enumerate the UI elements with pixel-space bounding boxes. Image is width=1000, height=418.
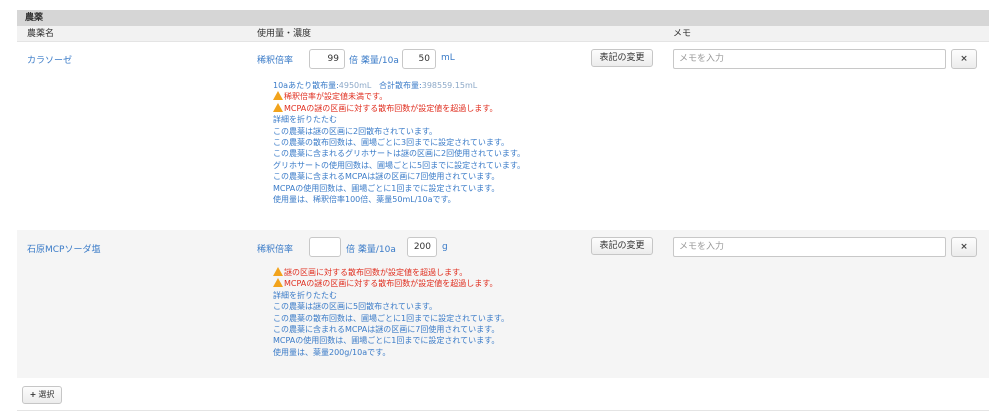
detail-line: この農薬に含まれるMCPAは謎の区画に7回使用されています。 xyxy=(273,324,500,334)
add-select-button[interactable]: + 選択 xyxy=(22,386,62,404)
per10a-label: 10aあたり散布量: xyxy=(273,81,339,90)
pesticide-row: カラソーゼ 稀釈倍率 99 倍 薬量/10a 50 mL 表記の変更 メモを入力… xyxy=(17,42,989,230)
warning-text: 謎の区画に対する散布回数が設定値を超過します。 xyxy=(284,268,468,277)
pesticide-name-link[interactable]: カラソーゼ xyxy=(27,53,72,66)
detail-line: この農薬に含まれるグリホサートは謎の区画に2回使用されています。 xyxy=(273,149,526,159)
plus-icon: + xyxy=(29,390,37,399)
collapse-details-link[interactable]: 詳細を折りたたむ xyxy=(273,290,833,301)
warning-message: MCPAの謎の区画に対する散布回数が設定値を超過します。 xyxy=(273,278,833,289)
total-value: 398559.15mL xyxy=(421,81,478,90)
detail-line: この農薬は謎の区画に2回散布されています。 xyxy=(273,126,438,136)
amount-input[interactable]: 50 xyxy=(402,49,436,69)
warning-text: 稀釈倍率が設定値未満です。 xyxy=(284,92,388,102)
warning-icon xyxy=(273,91,283,101)
column-name-header: 農薬名 xyxy=(27,29,55,39)
dilution-input[interactable]: 99 xyxy=(309,49,345,69)
collapse-details-link[interactable]: 詳細を折りたたむ xyxy=(273,114,833,125)
amount-input[interactable]: 200 xyxy=(407,237,437,257)
add-select-label: 選択 xyxy=(38,390,55,399)
detail-line: MCPAの使用回数は、圃場ごとに1回までに設定されています。 xyxy=(273,336,500,346)
pesticide-panel: 農薬 農薬名 使用量・濃度 メモ カラソーゼ 稀釈倍率 99 倍 薬量/10a … xyxy=(0,0,1000,418)
warning-message: 稀釈倍率が設定値未満です。 xyxy=(273,91,833,102)
dilution-input[interactable] xyxy=(309,237,341,257)
detail-line: グリホサートの使用回数は、圃場ごとに5回までに設定されています。 xyxy=(273,160,526,170)
memo-input[interactable]: メモを入力 xyxy=(673,49,946,69)
detail-line: この農薬の散布回数は、圃場ごとに1回までに設定されています。 xyxy=(273,313,510,323)
detail-line: この農薬に含まれるMCPAは謎の区画に7回使用されています。 xyxy=(273,172,500,182)
change-notation-button[interactable]: 表記の変更 xyxy=(591,49,653,67)
remove-button[interactable]: × xyxy=(951,237,977,257)
section-title: 農薬 xyxy=(17,10,989,26)
detail-line: MCPAの使用回数は、圃場ごとに1回までに設定されています。 xyxy=(273,183,500,193)
warning-text: MCPAの謎の区画に対する散布回数が設定値を超過します。 xyxy=(284,279,498,289)
amount-unit-label: g xyxy=(442,242,448,252)
detail-line: この農薬の散布回数は、圃場ごとに3回までに設定されています。 xyxy=(273,137,510,147)
detail-line: この農薬は謎の区画に5回散布されています。 xyxy=(273,302,438,312)
spray-summary: 10aあたり散布量:4950mL 合計散布量:398559.15mL xyxy=(273,80,833,91)
warning-message: MCPAの謎の区画に対する散布回数が設定値を超過します。 xyxy=(273,102,833,114)
change-notation-button[interactable]: 表記の変更 xyxy=(591,237,653,255)
detail-line: 使用量は、薬量200g/10aです。 xyxy=(273,347,391,357)
column-memo-header: メモ xyxy=(673,29,692,39)
pesticide-details: 謎の区画に対する散布回数が設定値を超過します。 MCPAの謎の区画に対する散布回… xyxy=(273,267,833,358)
column-usage-header: 使用量・濃度 xyxy=(257,29,312,39)
per10a-value: 4950mL xyxy=(338,81,372,90)
warning-icon xyxy=(273,102,283,112)
pesticide-row: 石原MCPソーダ塩 稀釈倍率 倍 薬量/10a 200 g 表記の変更 メモを入… xyxy=(17,230,989,378)
pesticide-name-link[interactable]: 石原MCPソーダ塩 xyxy=(27,242,100,255)
warning-text: MCPAの謎の区画に対する散布回数が設定値を超過します。 xyxy=(284,103,498,113)
divider xyxy=(17,410,989,411)
dilution-label: 稀釈倍率 xyxy=(257,245,294,255)
detail-line: 使用量は、稀釈倍率100倍、薬量50mL/10aです。 xyxy=(273,194,456,204)
dilution-unit-label: 倍 薬量/10a xyxy=(346,245,396,255)
pesticide-details: 10aあたり散布量:4950mL 合計散布量:398559.15mL 稀釈倍率が… xyxy=(273,80,833,205)
dilution-unit-label: 倍 薬量/10a xyxy=(349,56,399,66)
warning-icon xyxy=(273,278,283,288)
dilution-label: 稀釈倍率 xyxy=(257,56,294,66)
warning-message: 謎の区画に対する散布回数が設定値を超過します。 xyxy=(273,267,833,278)
amount-unit-label: mL xyxy=(441,53,455,63)
column-headers: 農薬名 使用量・濃度 メモ xyxy=(17,26,989,42)
memo-input[interactable]: メモを入力 xyxy=(673,237,946,257)
warning-icon xyxy=(273,267,283,276)
remove-button[interactable]: × xyxy=(951,49,977,69)
total-label: 合計散布量: xyxy=(379,81,422,90)
